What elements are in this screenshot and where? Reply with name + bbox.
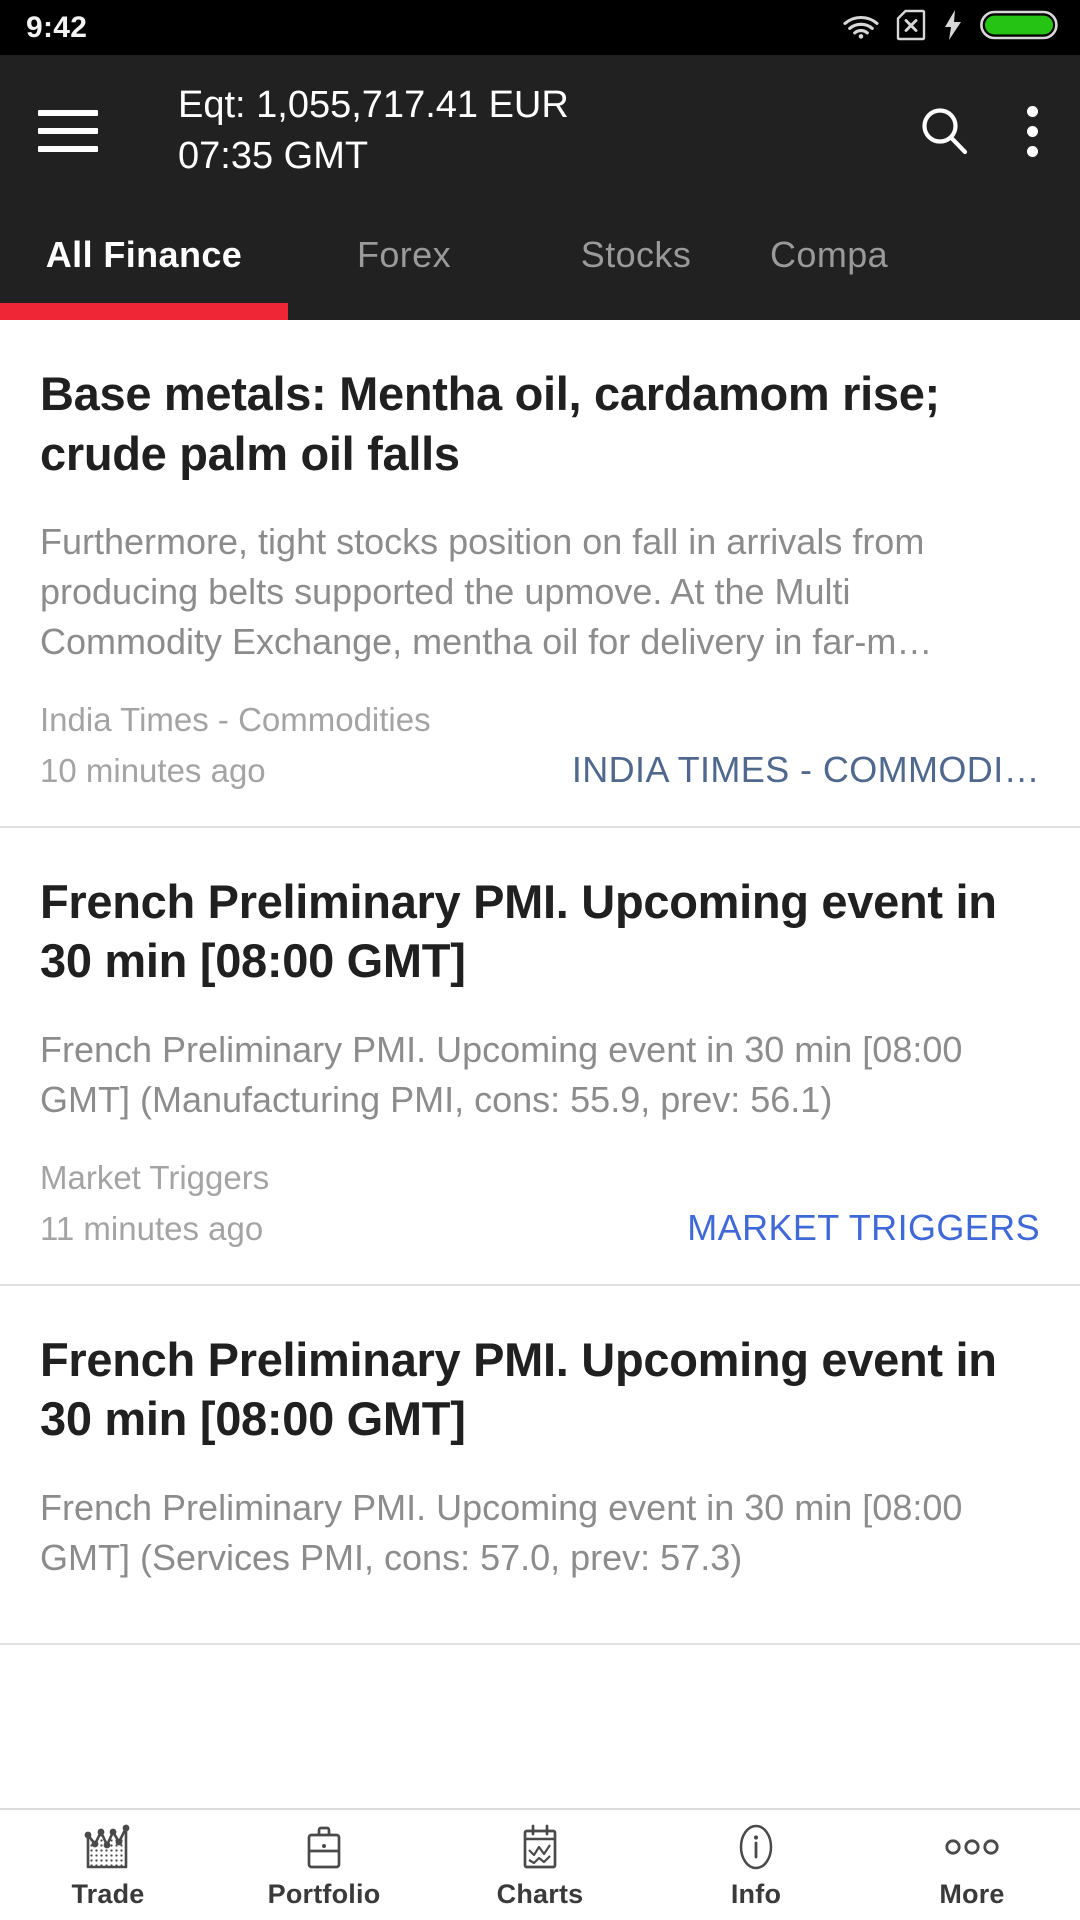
news-source: India Times - Commodities: [40, 696, 1040, 744]
nav-label-charts: Charts: [497, 1879, 584, 1910]
active-tab-indicator: [0, 303, 288, 320]
nav-item-charts[interactable]: Charts: [432, 1809, 648, 1920]
nav-label-more: More: [939, 1879, 1004, 1910]
tab-stocks[interactable]: Stocks: [520, 207, 752, 303]
news-title: French Preliminary PMI. Upcoming event i…: [40, 872, 1040, 991]
news-source: Market Triggers: [40, 1154, 1040, 1202]
calendar-chart-icon: [515, 1821, 565, 1873]
news-meta: India Times - Commodities 10 minutes ago…: [40, 696, 1040, 795]
sim-card-off-icon: [896, 9, 926, 46]
news-source-link[interactable]: INDIA TIMES - COMMODI…: [572, 749, 1040, 791]
news-card[interactable]: Base metals: Mentha oil, cardamom rise; …: [0, 320, 1080, 828]
briefcase-icon: [299, 1821, 349, 1873]
news-meta: Market Triggers 11 minutes ago MARKET TR…: [40, 1154, 1040, 1253]
news-meta-row: 10 minutes ago INDIA TIMES - COMMODI…: [40, 746, 1040, 796]
appbar-title-block: Eqt: 1,055,717.41 EUR 07:35 GMT: [178, 82, 916, 181]
news-title: Base metals: Mentha oil, cardamom rise; …: [40, 364, 1040, 483]
nav-item-portfolio[interactable]: Portfolio: [216, 1809, 432, 1920]
nav-item-more[interactable]: More: [864, 1809, 1080, 1920]
news-summary: Furthermore, tight stocks position on fa…: [40, 517, 1040, 666]
app-bar: Eqt: 1,055,717.41 EUR 07:35 GMT: [0, 55, 1080, 207]
hamburger-menu-icon[interactable]: [38, 110, 98, 152]
news-meta-row: 11 minutes ago MARKET TRIGGERS: [40, 1204, 1040, 1254]
news-source-link[interactable]: MARKET TRIGGERS: [687, 1207, 1040, 1249]
tab-companies[interactable]: Compa: [752, 207, 1012, 303]
tab-all-finance[interactable]: All Finance: [0, 207, 288, 303]
nav-label-trade: Trade: [71, 1879, 144, 1910]
category-tab-bar: All Finance Forex Stocks Compa: [0, 207, 1080, 320]
news-timestamp: 11 minutes ago: [40, 1204, 263, 1254]
status-icon-group: [843, 9, 1058, 46]
app-screen: 9:42: [0, 0, 1080, 1920]
info-circle-icon: [731, 1821, 781, 1873]
candlestick-chart-icon: [79, 1821, 137, 1873]
news-summary: French Preliminary PMI. Upcoming event i…: [40, 1025, 1040, 1124]
more-horizontal-icon: [943, 1821, 1001, 1873]
appbar-actions: [916, 102, 1046, 161]
charging-bolt-icon: [943, 9, 963, 46]
news-card[interactable]: French Preliminary PMI. Upcoming event i…: [0, 1286, 1080, 1645]
server-time: 07:35 GMT: [178, 133, 916, 181]
nav-label-portfolio: Portfolio: [268, 1879, 381, 1910]
more-vertical-icon[interactable]: [1018, 102, 1046, 161]
search-icon[interactable]: [916, 103, 972, 159]
equity-value: Eqt: 1,055,717.41 EUR: [178, 82, 916, 130]
status-clock: 9:42: [26, 11, 87, 45]
news-card[interactable]: French Preliminary PMI. Upcoming event i…: [0, 828, 1080, 1286]
news-title: French Preliminary PMI. Upcoming event i…: [40, 1330, 1040, 1449]
tabs-row: All Finance Forex Stocks Compa: [0, 207, 1012, 303]
status-bar: 9:42: [0, 0, 1080, 55]
wifi-icon: [843, 11, 879, 44]
nav-item-trade[interactable]: Trade: [0, 1809, 216, 1920]
bottom-navigation-bar: Trade Portfolio: [0, 1808, 1080, 1920]
news-timestamp: 10 minutes ago: [40, 746, 266, 796]
news-summary: French Preliminary PMI. Upcoming event i…: [40, 1483, 1040, 1582]
nav-label-info: Info: [731, 1879, 781, 1910]
tab-forex[interactable]: Forex: [288, 207, 520, 303]
news-feed[interactable]: Base metals: Mentha oil, cardamom rise; …: [0, 320, 1080, 1920]
battery-full-icon: [980, 9, 1058, 46]
nav-item-info[interactable]: Info: [648, 1809, 864, 1920]
